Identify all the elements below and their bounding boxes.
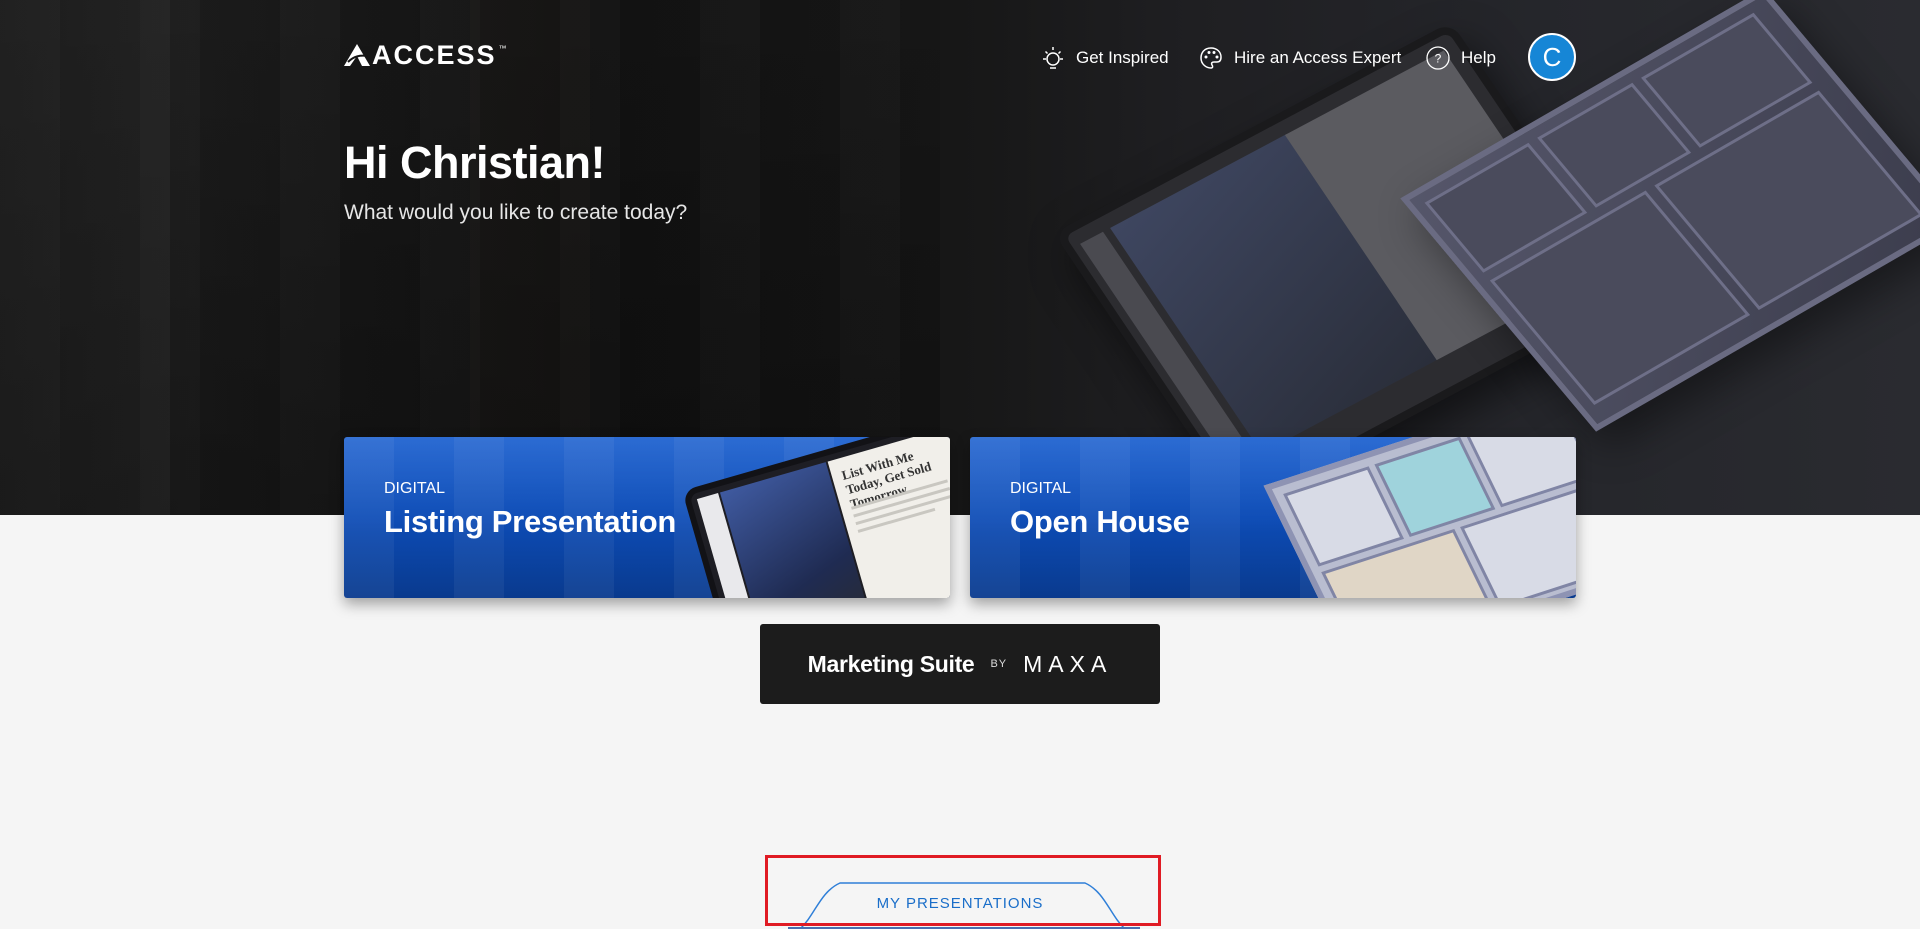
nav-get-inspired-label: Get Inspired [1076, 48, 1169, 67]
card-title: Open House [1010, 504, 1190, 539]
marketing-suite-by: BY [990, 658, 1008, 670]
highlight-box [765, 855, 1161, 926]
nav-get-inspired[interactable]: Get Inspired [1040, 45, 1169, 71]
hero-banner [0, 0, 1920, 515]
logo-trademark: ™ [498, 44, 507, 53]
help-icon: ? [1425, 45, 1451, 71]
access-logo-icon [344, 44, 370, 66]
nav-help[interactable]: ? Help [1425, 45, 1496, 71]
user-avatar[interactable]: C [1528, 33, 1576, 81]
marketing-suite-button[interactable]: Marketing Suite BY MAXA [760, 624, 1160, 704]
card-kicker: DIGITAL [384, 480, 446, 497]
svg-text:?: ? [1435, 52, 1442, 66]
hero-background-column [0, 0, 170, 515]
marketing-suite-label: Marketing Suite [807, 650, 975, 677]
logo-text: ACCESS [372, 39, 497, 70]
card-kicker: DIGITAL [1010, 480, 1072, 497]
open-house-card[interactable]: DIGITAL Open House [970, 437, 1576, 598]
nav-hire-expert-label: Hire an Access Expert [1234, 48, 1402, 67]
nav-help-label: Help [1461, 48, 1496, 67]
palette-icon [1198, 45, 1224, 71]
page-subtitle: What would you like to create today? [344, 201, 688, 224]
card-title: Listing Presentation [384, 504, 676, 539]
listing-presentation-card[interactable]: List With Me Today, Get Sold Tomorrow. D… [344, 437, 950, 598]
nav-hire-expert[interactable]: Hire an Access Expert [1198, 45, 1401, 71]
maxa-logo: MAXA [1023, 650, 1113, 677]
page-title: Hi Christian! [344, 137, 606, 188]
lightbulb-icon [1040, 45, 1066, 71]
access-logo[interactable]: ACCESS ™ [344, 40, 507, 70]
